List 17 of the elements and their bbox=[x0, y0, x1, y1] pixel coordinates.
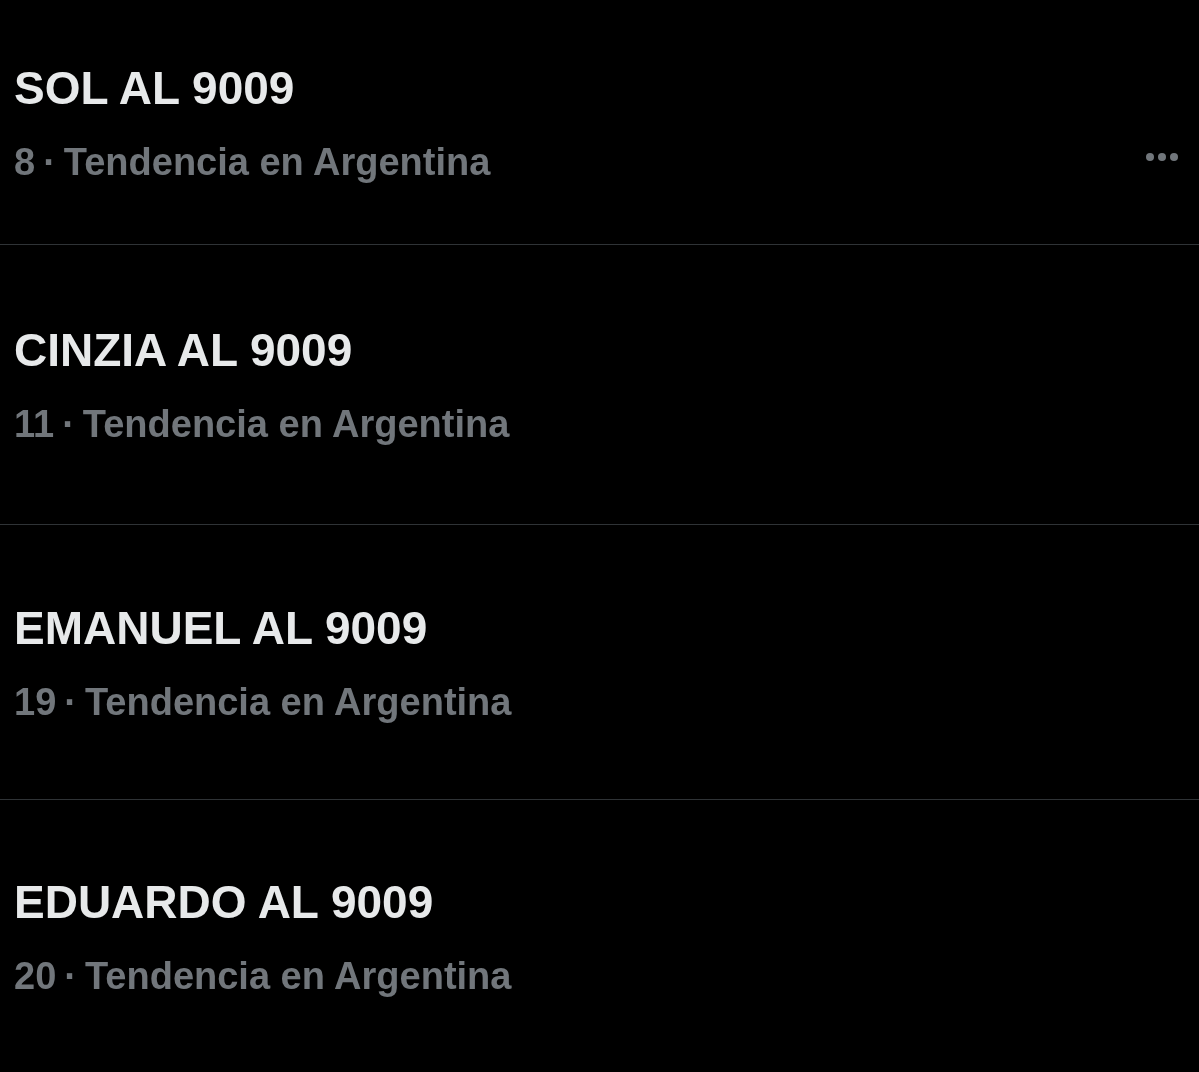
trend-rank: 11 bbox=[14, 403, 55, 446]
trend-context: Tendencia en Argentina bbox=[84, 954, 512, 998]
trend-context: Tendencia en Argentina bbox=[84, 680, 512, 724]
trend-title: EDUARDO AL 9009 bbox=[14, 874, 435, 929]
trend-rank: 19 bbox=[14, 680, 57, 724]
separator-dot: · bbox=[43, 140, 56, 184]
separator-dot: · bbox=[62, 403, 75, 446]
separator-dot: · bbox=[64, 680, 77, 724]
trend-title: SOL AL 9009 bbox=[14, 60, 296, 115]
trend-rank: 8 bbox=[14, 140, 36, 184]
trend-title: EMANUEL AL 9009 bbox=[14, 600, 429, 655]
trend-rank: 20 bbox=[14, 954, 57, 998]
trend-title: CINZIA AL 9009 bbox=[14, 323, 354, 377]
trend-context: Tendencia en Argentina bbox=[63, 140, 491, 184]
separator-dot: · bbox=[64, 954, 77, 998]
more-icon[interactable] bbox=[1145, 152, 1179, 162]
trend-context: Tendencia en Argentina bbox=[82, 403, 510, 446]
